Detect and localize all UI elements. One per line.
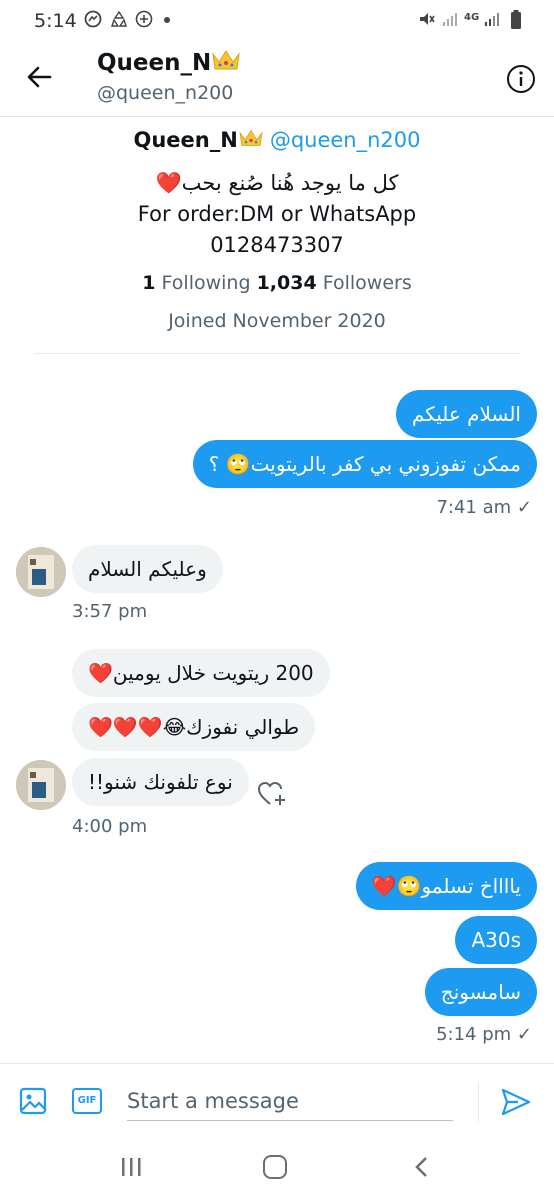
following-label: Following xyxy=(161,272,251,294)
message-input[interactable] xyxy=(127,1082,453,1121)
signal-icon xyxy=(443,13,457,26)
message-bubble[interactable]: A30s xyxy=(455,916,537,964)
crown-icon xyxy=(212,50,240,70)
info-icon[interactable] xyxy=(506,64,536,94)
header-handle: @queen_n200 xyxy=(97,82,234,104)
joined-date: Joined November 2020 xyxy=(168,310,386,332)
profile-name: Queen_N xyxy=(133,128,238,152)
add-reaction-icon[interactable] xyxy=(256,778,288,810)
image-icon[interactable] xyxy=(18,1086,48,1116)
message-bubble[interactable]: نوع تلفونك شنو!! xyxy=(72,758,249,806)
battery-icon xyxy=(511,10,521,29)
sync-icon xyxy=(111,10,127,27)
profile-card[interactable]: Queen_N @queen_n200 ❤️كل ما يوجد هُنا صُن… xyxy=(0,120,554,356)
bio-line-1: كل ما يوجد هُنا صُنع بحب xyxy=(181,171,399,195)
message-timestamp: 5:14 pm ✓ xyxy=(436,1024,532,1045)
signal-icon-2 xyxy=(485,13,499,26)
message-bubble[interactable]: وعليكم السلام xyxy=(72,545,223,593)
message-bubble[interactable]: 200 ريتويت خلال يومين❤️ xyxy=(72,649,330,697)
message-bubble[interactable]: السلام عليكم xyxy=(395,390,537,438)
message-bubble[interactable]: سامسونج xyxy=(424,968,537,1016)
heart-icon: ❤️ xyxy=(155,171,182,195)
plus-circle-icon xyxy=(135,10,153,28)
message-timestamp: 4:00 pm xyxy=(72,816,148,837)
send-icon[interactable] xyxy=(500,1086,532,1118)
message-timestamp: 7:41 am ✓ xyxy=(436,497,532,518)
composer-separator xyxy=(478,1082,479,1122)
status-bar: 5:14 4G xyxy=(0,0,554,42)
home-icon[interactable] xyxy=(263,1155,287,1179)
recent-apps-icon[interactable] xyxy=(120,1157,142,1177)
status-time: 5:14 xyxy=(34,10,77,32)
profile-bio: ❤️كل ما يوجد هُنا صُنع بحب For order:DM … xyxy=(0,168,554,261)
crown-icon xyxy=(239,129,263,146)
sent-check-icon: ✓ xyxy=(516,1024,532,1045)
header-title[interactable]: Queen_N xyxy=(97,48,241,76)
message-bubble[interactable]: طوالي نفوزك😂❤️❤️❤️ xyxy=(72,703,316,751)
profile-handle: @queen_n200 xyxy=(269,128,421,152)
network-type: 4G xyxy=(464,12,480,23)
message-timestamp: 3:57 pm xyxy=(72,601,148,622)
followers-count: 1,034 xyxy=(256,272,317,294)
divider xyxy=(34,353,520,354)
avatar[interactable] xyxy=(16,547,66,597)
sent-check-icon: ✓ xyxy=(516,497,532,518)
system-nav-bar xyxy=(0,1135,554,1200)
dot-icon xyxy=(164,17,170,23)
profile-title-line: Queen_N @queen_n200 xyxy=(0,128,554,152)
back-arrow-icon[interactable] xyxy=(22,60,56,94)
follow-stats: 1 Following 1,034 Followers xyxy=(0,272,554,294)
gif-button[interactable]: GIF xyxy=(72,1088,102,1114)
avatar[interactable] xyxy=(16,760,66,810)
header-name: Queen_N xyxy=(97,50,212,76)
conversation-header: Queen_N @queen_n200 xyxy=(0,42,554,117)
mute-icon xyxy=(420,13,435,25)
bio-line-3: 0128473307 xyxy=(210,233,344,257)
followers-label: Followers xyxy=(322,272,412,294)
messenger-icon xyxy=(84,10,102,28)
message-bubble[interactable]: ممكن تفوزوني بي كفر بالريتويت🙄 ؟ xyxy=(192,440,537,488)
bio-line-2: For order:DM or WhatsApp xyxy=(137,202,417,226)
following-count: 1 xyxy=(142,272,156,294)
message-composer: GIF xyxy=(0,1063,554,1136)
message-bubble[interactable]: يااااخ تسلمو🙄❤️ xyxy=(355,862,537,910)
nav-back-icon[interactable] xyxy=(410,1155,434,1179)
